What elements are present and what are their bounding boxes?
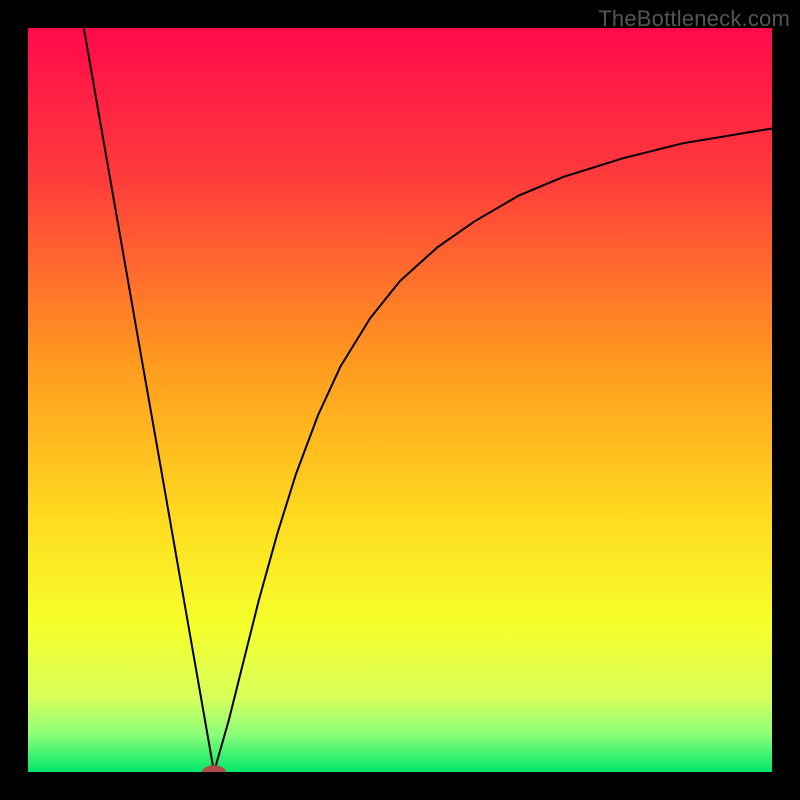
plot-area: [28, 28, 772, 772]
chart-frame: TheBottleneck.com: [0, 0, 800, 800]
gradient-bg: [28, 28, 772, 772]
plot-svg: [28, 28, 772, 772]
watermark-text: TheBottleneck.com: [598, 6, 790, 32]
